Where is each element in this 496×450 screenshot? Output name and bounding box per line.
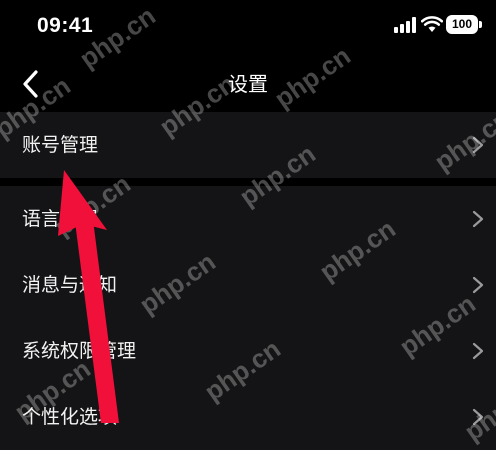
- settings-item-notifications[interactable]: 消息与通知: [0, 252, 496, 318]
- settings-item-label: 系统权限管理: [22, 340, 137, 362]
- chevron-right-icon: [472, 342, 484, 360]
- settings-item-label: 语言设置: [22, 208, 99, 230]
- settings-item-language[interactable]: 语言设置: [0, 186, 496, 252]
- chevron-right-icon: [472, 136, 484, 154]
- nav-bar: 设置: [0, 56, 496, 112]
- settings-item-permissions[interactable]: 系统权限管理: [0, 318, 496, 384]
- settings-item-label: 账号管理: [22, 134, 99, 156]
- wifi-icon: [421, 16, 443, 32]
- battery-icon: 100: [446, 15, 478, 34]
- chevron-left-icon: [23, 70, 38, 98]
- settings-item-personalization[interactable]: 个性化选项: [0, 384, 496, 450]
- status-time: 09:41: [37, 14, 94, 37]
- cellular-signal-icon: [394, 17, 416, 33]
- back-button[interactable]: [14, 66, 50, 102]
- chevron-right-icon: [472, 408, 484, 426]
- battery-cap: [479, 21, 482, 28]
- section-divider: [0, 178, 496, 186]
- battery-level: 100: [451, 17, 473, 31]
- chevron-right-icon: [472, 210, 484, 228]
- settings-item-label: 消息与通知: [22, 274, 118, 296]
- status-bar: 09:41 100: [0, 0, 496, 56]
- settings-item-label: 个性化选项: [22, 406, 118, 428]
- settings-item-account[interactable]: 账号管理: [0, 112, 496, 178]
- page-title: 设置: [228, 72, 268, 96]
- chevron-right-icon: [472, 276, 484, 294]
